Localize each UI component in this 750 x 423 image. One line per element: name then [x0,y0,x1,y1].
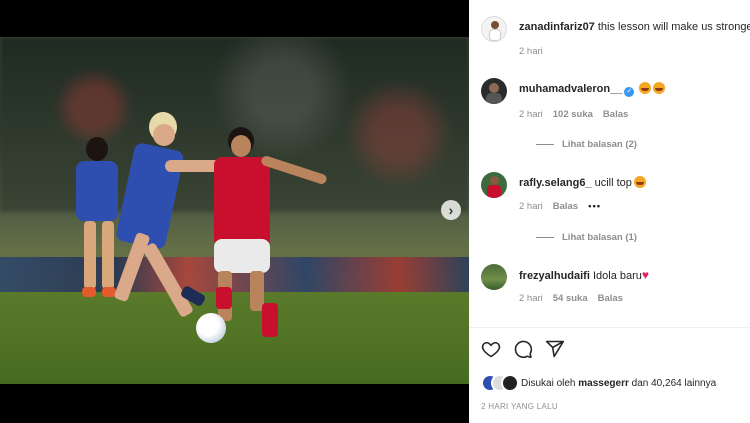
divider [469,327,750,328]
comment-text: ucill top [594,177,632,189]
star-struck-emoji-icon [639,82,652,94]
post-time[interactable]: 2 HARI YANG LALU [481,402,558,411]
verified-badge-icon: ✓ [624,87,635,97]
next-slide-button[interactable]: › [441,200,461,220]
comment-username[interactable]: rafly.selang6_ [519,177,592,189]
football [196,313,226,343]
avatar[interactable] [481,172,507,198]
view-replies-button[interactable]: Lihat balasan (1) [536,232,637,243]
comments-panel: zanadinfariz07 this lesson will make us … [469,0,750,423]
caption-text: this lesson will make us stronger [597,21,750,33]
avatar[interactable] [481,264,507,290]
red-heart-emoji-icon: ♥ [641,268,650,282]
action-bar [481,339,565,359]
divider [536,237,554,238]
liker-avatars[interactable] [481,374,521,392]
heart-icon[interactable] [481,339,501,359]
reply-button[interactable]: Balas [603,109,628,120]
comment-likes[interactable]: 102 suka [553,109,593,120]
comment-text: Idola baru [592,270,642,282]
liked-by-prefix: Disukai oleh [521,377,576,389]
star-struck-emoji-icon [653,82,666,94]
comment-username[interactable]: frezyalhudaifi [519,270,590,282]
reply-button[interactable]: Balas [598,293,623,304]
comment-time[interactable]: 2 hari [519,293,543,304]
comment-username[interactable]: muhamadvaleron__ [519,83,622,95]
caption-time[interactable]: 2 hari [519,46,543,57]
caption-username[interactable]: zanadinfariz07 [519,21,595,33]
chevron-right-icon: › [448,202,454,218]
likes-summary: Disukai oleh massegerr dan 40,264 lainny… [481,374,716,392]
liked-by-count[interactable]: dan 40,264 lainnya [632,378,717,389]
liked-by-username[interactable]: massegerr [578,378,629,389]
comment-icon[interactable] [513,339,533,359]
divider [536,144,554,145]
comment-time[interactable]: 2 hari [519,109,543,120]
star-struck-emoji-icon [633,176,646,188]
post-photo[interactable] [0,37,469,384]
avatar[interactable] [481,78,507,104]
avatar[interactable] [481,16,507,42]
view-replies-button[interactable]: Lihat balasan (2) [536,139,637,150]
reply-button[interactable]: Balas [553,201,578,212]
player-indonesia-red [200,127,330,337]
more-options-icon[interactable]: ••• [588,201,601,212]
post-media: › [0,0,469,423]
share-icon[interactable] [545,339,565,359]
comment-time[interactable]: 2 hari [519,201,543,212]
comment-likes[interactable]: 54 suka [553,293,588,304]
